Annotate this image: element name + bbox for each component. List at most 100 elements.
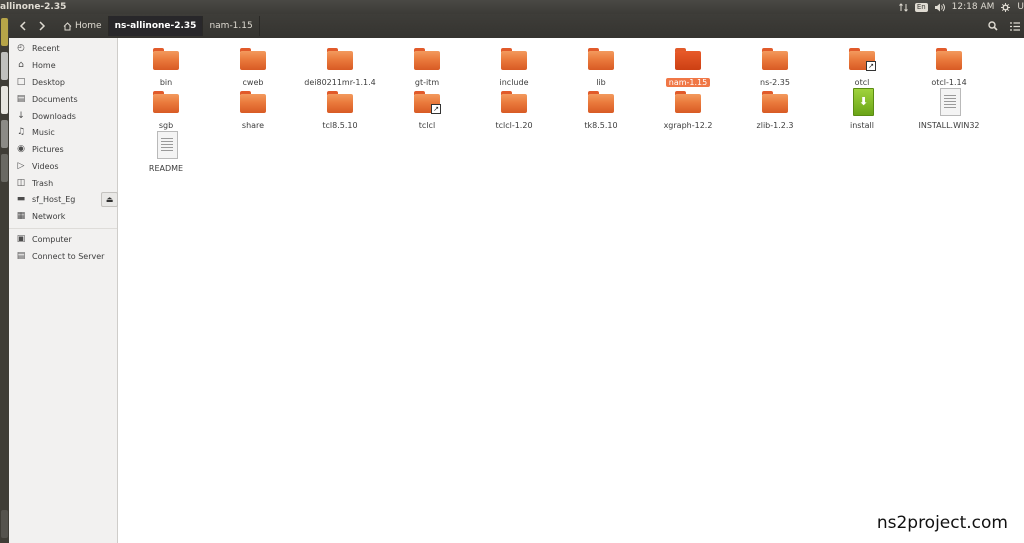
- sidebar-item-desktop[interactable]: □ Desktop: [9, 74, 117, 90]
- sidebar-item-connect-to-server[interactable]: ▤ Connect to Server: [9, 248, 117, 264]
- launcher-trash-icon[interactable]: [1, 510, 8, 538]
- file-item-include[interactable]: include: [474, 48, 554, 89]
- chevron-right-icon: [39, 21, 46, 31]
- sidebar-item-videos[interactable]: ▷ Videos: [9, 158, 117, 174]
- file-item-sgb[interactable]: sgb: [126, 91, 206, 132]
- list-view-icon: [1010, 21, 1020, 31]
- home-icon: ⌂: [18, 60, 24, 70]
- file-item-tclcl-1-20[interactable]: tclcl-1.20: [474, 91, 554, 132]
- clock-icon: ◴: [17, 43, 25, 53]
- file-grid: bin cweb dei80211mr-1.1.4 gt-itm include lib n…: [118, 38, 1024, 543]
- sidebar-item-home[interactable]: ⌂ Home: [9, 57, 117, 73]
- file-name-label: gt-itm: [414, 78, 440, 87]
- back-button[interactable]: [15, 17, 31, 35]
- folder-icon: [762, 91, 788, 113]
- breadcrumb-label: ns-allinone-2.35: [114, 21, 197, 31]
- file-name-label: nam-1.15: [665, 78, 711, 87]
- keyboard-layout-icon[interactable]: En: [914, 2, 928, 12]
- volume-icon[interactable]: [934, 3, 945, 12]
- folder-icon: [414, 48, 440, 70]
- file-name-label: otcl: [854, 78, 870, 87]
- file-name-label: otcl-1.14: [931, 78, 967, 87]
- camera-icon: ◉: [17, 144, 25, 154]
- folder-icon: ↗: [849, 48, 876, 71]
- file-item-tk8-5-10[interactable]: tk8.5.10: [561, 91, 641, 132]
- file-item-cweb[interactable]: cweb: [213, 48, 293, 89]
- folder-icon: [588, 91, 614, 113]
- file-item-bin[interactable]: bin: [126, 48, 206, 89]
- sidebar-item-label: Downloads: [32, 111, 76, 121]
- user-name-text[interactable]: U: [1017, 0, 1024, 14]
- file-item-tcl8-5-10[interactable]: tcl8.5.10: [300, 91, 380, 132]
- file-item-tclcl[interactable]: ↗ tclcl: [387, 91, 467, 132]
- file-name-label: tk8.5.10: [584, 121, 618, 130]
- file-item-readme[interactable]: README: [126, 131, 206, 175]
- sidebar-item-label: Pictures: [32, 144, 64, 154]
- symlink-arrow-icon: ↗: [431, 104, 441, 114]
- sidebar-item-trash[interactable]: ◫ Trash: [9, 175, 117, 191]
- sidebar-item-computer[interactable]: ▣ Computer: [9, 231, 117, 247]
- text-file-icon: [936, 88, 962, 116]
- search-button[interactable]: [985, 17, 1001, 35]
- file-item-xgraph-12-2[interactable]: xgraph-12.2: [648, 91, 728, 132]
- file-item-gt-itm[interactable]: gt-itm: [387, 48, 467, 89]
- file-item-dei80211mr-1-1-4[interactable]: dei80211mr-1.1.4: [300, 48, 380, 89]
- folder-icon: [240, 91, 266, 113]
- file-item-install[interactable]: ⬇ install: [822, 88, 902, 132]
- breadcrumb-ns-allinone[interactable]: ns-allinone-2.35: [108, 16, 204, 36]
- launcher-app-icon[interactable]: [1, 86, 8, 114]
- file-item-share[interactable]: share: [213, 91, 293, 132]
- file-item-ns-2-35[interactable]: ns-2.35: [735, 48, 815, 89]
- top-panel: allinone-2.35 En 12:18 AM U: [0, 0, 1024, 14]
- breadcrumb-nam[interactable]: nam-1.15: [203, 16, 260, 36]
- sidebar-item-label: Documents: [32, 94, 78, 104]
- folder-icon: [240, 48, 266, 70]
- sidebar: ◴ Recent ⌂ Home □ Desktop ▤ Documents ↓ Downl…: [9, 38, 118, 543]
- sidebar-item-sf-host[interactable]: ▬ sf_Host_Eg: [9, 191, 93, 207]
- sidebar-item-network[interactable]: ▦ Network: [9, 208, 117, 224]
- sidebar-item-recent[interactable]: ◴ Recent: [9, 40, 117, 56]
- search-icon: [988, 21, 998, 31]
- file-item-lib[interactable]: lib: [561, 48, 641, 89]
- breadcrumb: Home ns-allinone-2.35 nam-1.15: [57, 16, 260, 36]
- sidebar-item-pictures[interactable]: ◉ Pictures: [9, 141, 117, 157]
- sidebar-item-documents[interactable]: ▤ Documents: [9, 91, 117, 107]
- file-name-label: install: [850, 121, 874, 130]
- text-file-icon: [153, 131, 179, 159]
- sidebar-item-music[interactable]: ♫ Music: [9, 124, 117, 140]
- sidebar-item-label: sf_Host_Eg: [32, 194, 76, 204]
- clock-text[interactable]: 12:18 AM: [952, 0, 995, 14]
- launcher-files-icon[interactable]: [1, 18, 8, 46]
- file-item-zlib-1-2-3[interactable]: zlib-1.2.3: [735, 91, 815, 132]
- folder-icon: [762, 48, 788, 70]
- sidebar-item-downloads[interactable]: ↓ Downloads: [9, 108, 117, 124]
- chevron-left-icon: [19, 21, 26, 31]
- file-name-label: zlib-1.2.3: [756, 121, 794, 130]
- folder-icon: [588, 48, 614, 70]
- folder-icon: □: [16, 77, 26, 87]
- folder-icon: [153, 91, 179, 113]
- launcher-app-icon[interactable]: [1, 52, 8, 80]
- file-item-otcl-1-14[interactable]: otcl-1.14: [909, 48, 989, 89]
- document-icon: ▤: [16, 94, 26, 104]
- file-item-install-win32[interactable]: INSTALL.WIN32: [909, 88, 989, 132]
- network-arrows-icon[interactable]: [898, 2, 908, 12]
- forward-button[interactable]: [34, 17, 50, 35]
- breadcrumb-home[interactable]: Home: [57, 16, 109, 36]
- file-item-nam-1-15[interactable]: nam-1.15: [648, 48, 728, 89]
- file-name-label: README: [148, 164, 184, 173]
- file-name-label: bin: [159, 78, 173, 87]
- file-name-label: tcl8.5.10: [322, 121, 358, 130]
- window-title: allinone-2.35: [0, 2, 67, 12]
- view-options-button[interactable]: [1008, 17, 1022, 35]
- file-item-otcl[interactable]: ↗ otcl: [822, 48, 902, 89]
- eject-button[interactable]: ⏏: [101, 192, 118, 207]
- launcher-app-icon[interactable]: [1, 154, 8, 182]
- keyboard-layout-label: En: [914, 2, 928, 12]
- folder-icon: ↗: [414, 91, 441, 114]
- launcher: [0, 14, 9, 543]
- network-icon: ▦: [16, 211, 26, 221]
- session-gear-icon[interactable]: [1001, 2, 1011, 12]
- sidebar-item-label: Computer: [32, 234, 72, 244]
- launcher-settings-icon[interactable]: [1, 120, 8, 148]
